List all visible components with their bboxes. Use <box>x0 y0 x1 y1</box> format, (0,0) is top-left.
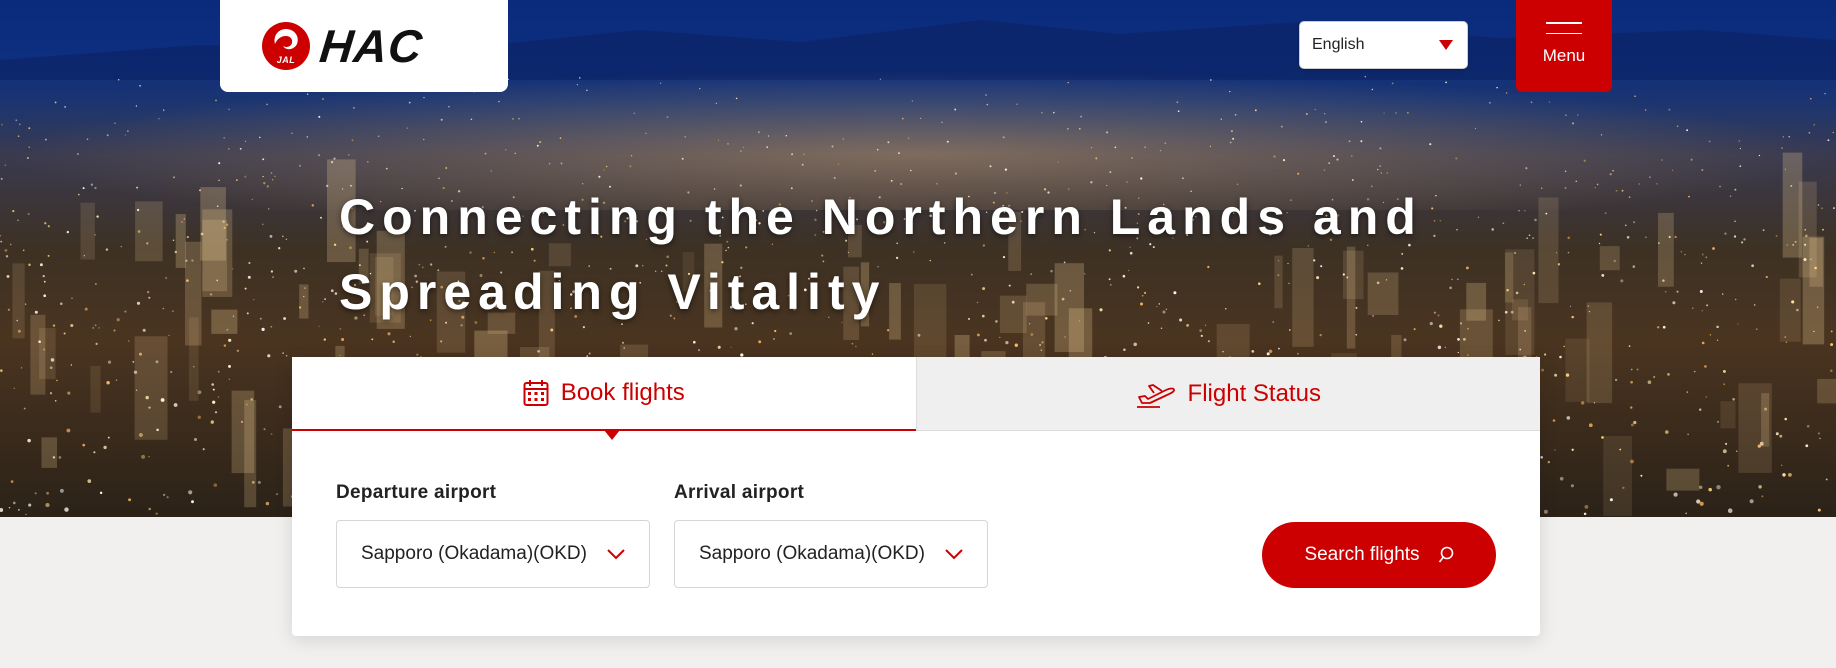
chevron-down-icon <box>945 548 963 559</box>
hamburger-icon <box>1546 22 1582 34</box>
site-logo[interactable]: JAL HAC <box>220 0 508 92</box>
tab-flight-status[interactable]: Flight Status <box>915 357 1540 431</box>
search-icon <box>1438 546 1453 563</box>
departure-airport-value: Sapporo (Okadama)(OKD) <box>361 543 587 564</box>
hero-headline-line2: Spreading Vitality <box>339 264 887 320</box>
search-flights-button[interactable]: Search flights <box>1262 522 1496 588</box>
booking-panel: Book flights Flight Status Departure air… <box>292 357 1540 636</box>
arrival-airport-select[interactable]: Sapporo (Okadama)(OKD) <box>674 520 988 588</box>
menu-button[interactable]: Menu <box>1516 0 1612 92</box>
jal-crane-logo-icon: JAL <box>262 22 310 70</box>
language-select-value: English <box>1312 36 1365 53</box>
booking-tabs: Book flights Flight Status <box>292 357 1540 440</box>
arrival-airport-value: Sapporo (Okadama)(OKD) <box>699 543 925 564</box>
calendar-icon <box>523 380 549 406</box>
language-select[interactable]: English <box>1299 21 1468 69</box>
active-tab-pointer <box>604 430 620 440</box>
dropdown-triangle-icon <box>1439 40 1453 50</box>
departure-airport-label: Departure airport <box>336 482 497 503</box>
search-flights-label: Search flights <box>1304 544 1420 565</box>
hero-headline: Connecting the Northern Lands and Spread… <box>339 180 1439 330</box>
menu-button-label: Menu <box>1542 46 1586 65</box>
arrival-airport-label: Arrival airport <box>674 482 805 503</box>
tab-flight-status-label: Flight Status <box>1187 379 1321 407</box>
airplane-departure-icon <box>1136 383 1175 408</box>
chevron-down-icon <box>607 548 625 559</box>
logo-wordmark: HAC <box>317 20 426 72</box>
tab-book-flights[interactable]: Book flights <box>292 357 916 440</box>
tab-book-flights-label: Book flights <box>560 379 685 406</box>
departure-airport-select[interactable]: Sapporo (Okadama)(OKD) <box>336 520 650 588</box>
hero-headline-line1: Connecting the Northern Lands and <box>339 189 1423 245</box>
